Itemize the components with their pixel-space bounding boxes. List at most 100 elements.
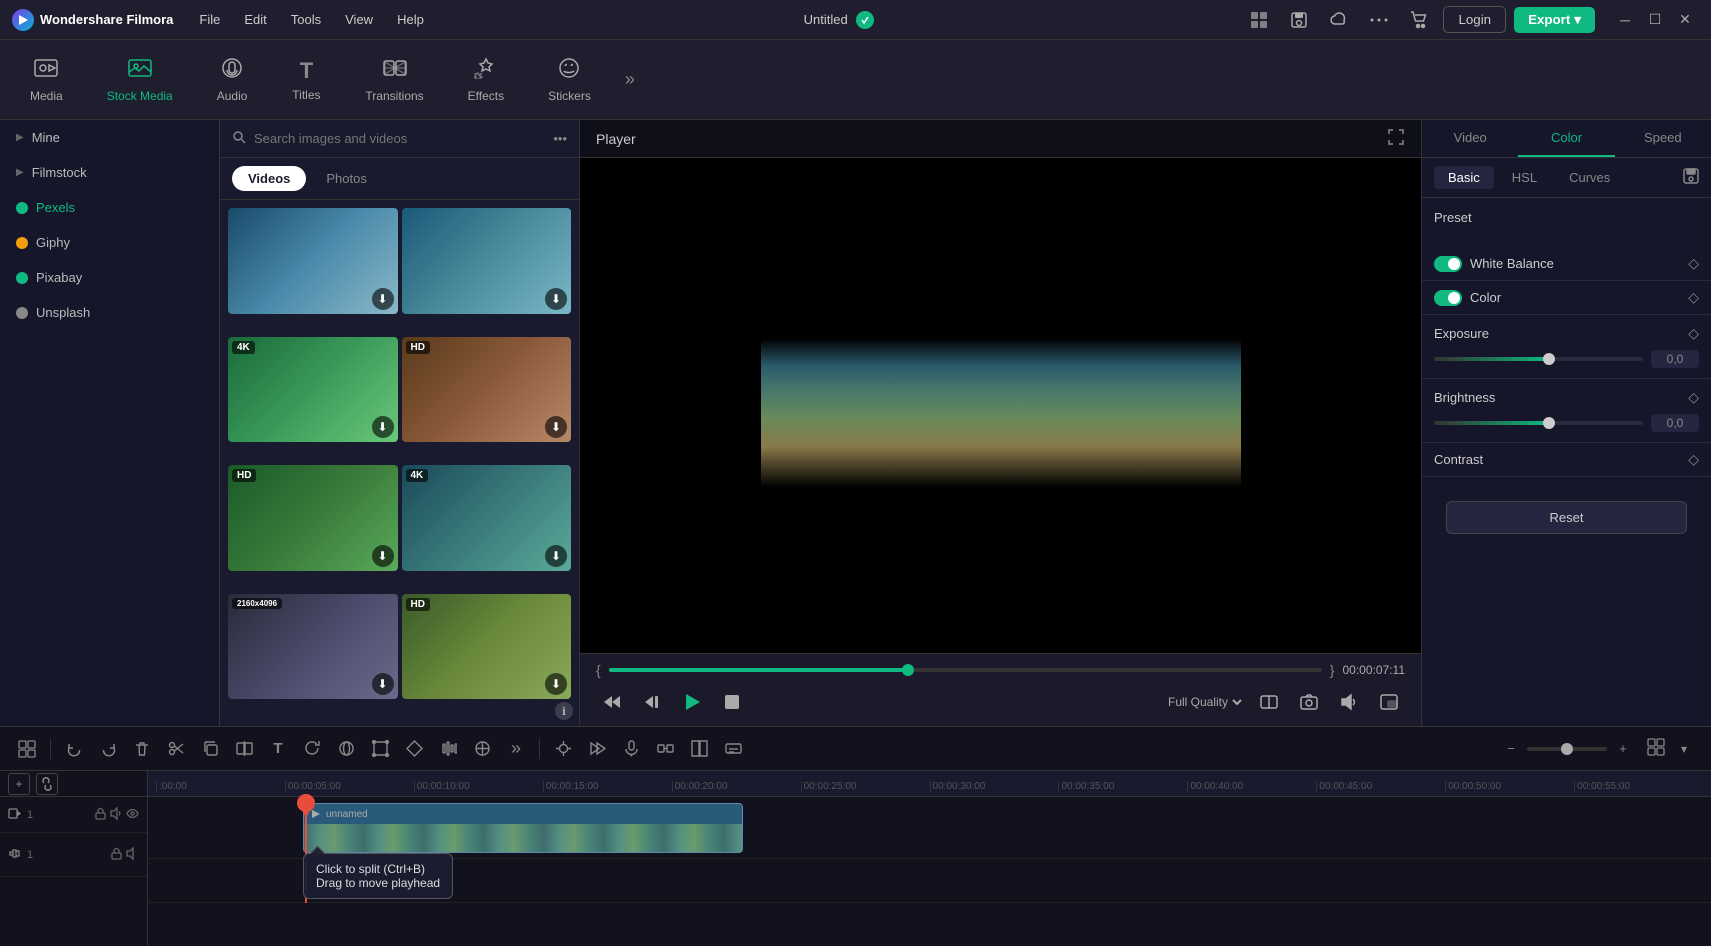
tab-photos[interactable]: Photos (310, 166, 382, 191)
login-button[interactable]: Login (1443, 6, 1506, 33)
rewind-button[interactable] (596, 686, 628, 718)
toolbar-transitions[interactable]: Transitions (355, 51, 433, 109)
download-icon-2[interactable]: ⬇ (545, 288, 567, 310)
menu-edit[interactable]: Edit (234, 8, 276, 31)
toolbar-media[interactable]: Media (20, 51, 73, 109)
tl-mask-button[interactable] (331, 734, 361, 764)
audio-mute-icon[interactable] (126, 847, 139, 863)
sidebar-item-unsplash[interactable]: Unsplash (0, 295, 219, 330)
layout-icon[interactable] (1243, 4, 1275, 36)
brightness-thumb[interactable] (1543, 417, 1555, 429)
tl-redo-button[interactable] (93, 734, 123, 764)
cart-icon[interactable] (1403, 4, 1435, 36)
mark-out-icon[interactable]: } (1330, 662, 1335, 678)
tl-expand-button[interactable]: ▾ (1669, 734, 1699, 764)
exposure-thumb[interactable] (1543, 353, 1555, 365)
brightness-keyframe-icon[interactable]: ◇ (1688, 389, 1699, 406)
white-balance-keyframe-icon[interactable]: ◇ (1688, 255, 1699, 272)
download-icon-8[interactable]: ⬇ (545, 673, 567, 695)
volume-icon[interactable] (1333, 686, 1365, 718)
progress-thumb[interactable] (902, 664, 914, 676)
save-icon[interactable] (1283, 4, 1315, 36)
tl-view-toggle[interactable] (1647, 738, 1665, 759)
audio-lock-icon[interactable] (110, 847, 123, 863)
panel-info-icon[interactable]: ℹ (555, 702, 573, 720)
sidebar-item-pexels[interactable]: Pexels (0, 190, 219, 225)
tl-group-button[interactable] (650, 734, 680, 764)
track-1-lock-icon[interactable] (94, 807, 107, 823)
progress-track[interactable] (609, 668, 1322, 672)
cloud-icon[interactable] (1323, 4, 1355, 36)
media-thumb-4[interactable]: HD ⬇ (402, 337, 572, 443)
tl-multitrack-icon[interactable] (12, 734, 42, 764)
media-thumb-2[interactable]: ⬇ (402, 208, 572, 314)
tl-link-button[interactable] (36, 773, 58, 795)
sub-tab-basic[interactable]: Basic (1434, 166, 1494, 189)
tl-subtitle-button[interactable] (718, 734, 748, 764)
more-options-icon[interactable] (1363, 4, 1395, 36)
tl-color-button[interactable] (467, 734, 497, 764)
sidebar-item-giphy[interactable]: Giphy (0, 225, 219, 260)
quality-select[interactable]: Full Quality 1/2 Quality 1/4 Quality (1164, 694, 1245, 710)
track-1-mute-icon[interactable] (110, 807, 123, 823)
contrast-keyframe-icon[interactable]: ◇ (1688, 451, 1699, 468)
tab-videos[interactable]: Videos (232, 166, 306, 191)
media-thumb-3[interactable]: 4K ⬇ (228, 337, 398, 443)
tl-zoom-in-button[interactable]: + (1611, 737, 1635, 761)
tl-zoom-track[interactable] (1527, 747, 1607, 751)
download-icon-3[interactable]: ⬇ (372, 416, 394, 438)
download-icon-4[interactable]: ⬇ (545, 416, 567, 438)
menu-tools[interactable]: Tools (281, 8, 331, 31)
toolbar-titles[interactable]: T Titles (281, 52, 331, 108)
video-clip[interactable]: unnamed (303, 803, 743, 853)
tl-keyframe-button[interactable] (399, 734, 429, 764)
tl-delete-button[interactable] (127, 734, 157, 764)
search-input[interactable] (254, 131, 545, 146)
tl-snap-button[interactable] (548, 734, 578, 764)
download-icon-7[interactable]: ⬇ (372, 673, 394, 695)
mark-in-icon[interactable]: { (596, 662, 601, 678)
export-button[interactable]: Export ▾ (1514, 7, 1595, 33)
sidebar-item-pixabay[interactable]: Pixabay (0, 260, 219, 295)
reset-button[interactable]: Reset (1446, 501, 1687, 534)
track-1-eye-icon[interactable] (126, 807, 139, 823)
maximize-button[interactable]: ☐ (1641, 6, 1669, 34)
tl-more-button[interactable]: » (501, 734, 531, 764)
media-thumb-7[interactable]: 2160x4096 ⬇ (228, 594, 398, 700)
color-keyframe-icon[interactable]: ◇ (1688, 289, 1699, 306)
tl-copy-button[interactable] (195, 734, 225, 764)
step-back-button[interactable] (636, 686, 668, 718)
tl-undo-button[interactable] (59, 734, 89, 764)
toolbar-stock-media[interactable]: Stock Media (97, 51, 183, 109)
tl-zoom-thumb[interactable] (1561, 743, 1573, 755)
tl-rotate-button[interactable] (297, 734, 327, 764)
sidebar-item-filmstock[interactable]: ▶ Filmstock (0, 155, 219, 190)
menu-help[interactable]: Help (387, 8, 434, 31)
media-thumb-8[interactable]: HD ⬇ (402, 594, 572, 700)
media-thumb-5[interactable]: HD ⬇ (228, 465, 398, 571)
toolbar-audio[interactable]: Audio (207, 51, 258, 109)
toolbar-more-icon[interactable]: » (625, 69, 635, 90)
media-thumb-1[interactable]: ⬇ (228, 208, 398, 314)
close-button[interactable]: ✕ (1671, 6, 1699, 34)
tl-clip-speed-button[interactable] (582, 734, 612, 764)
tab-color[interactable]: Color (1518, 120, 1614, 157)
color-toggle[interactable] (1434, 290, 1462, 306)
toolbar-stickers[interactable]: Stickers (538, 51, 601, 109)
white-balance-toggle[interactable] (1434, 256, 1462, 272)
tab-speed[interactable]: Speed (1615, 120, 1711, 157)
tl-voice-button[interactable] (616, 734, 646, 764)
exposure-track[interactable] (1434, 357, 1643, 361)
play-button[interactable] (676, 686, 708, 718)
download-icon-6[interactable]: ⬇ (545, 545, 567, 567)
download-icon-5[interactable]: ⬇ (372, 545, 394, 567)
compare-icon[interactable] (1253, 686, 1285, 718)
tl-add-track-button[interactable]: + (8, 773, 30, 795)
tl-split-button[interactable] (229, 734, 259, 764)
stop-button[interactable] (716, 686, 748, 718)
tl-transition-button[interactable] (684, 734, 714, 764)
tl-text-button[interactable]: T (263, 734, 293, 764)
search-more-icon[interactable]: ••• (553, 131, 567, 146)
sub-tab-curves[interactable]: Curves (1555, 166, 1624, 189)
sidebar-item-mine[interactable]: ▶ Mine (0, 120, 219, 155)
